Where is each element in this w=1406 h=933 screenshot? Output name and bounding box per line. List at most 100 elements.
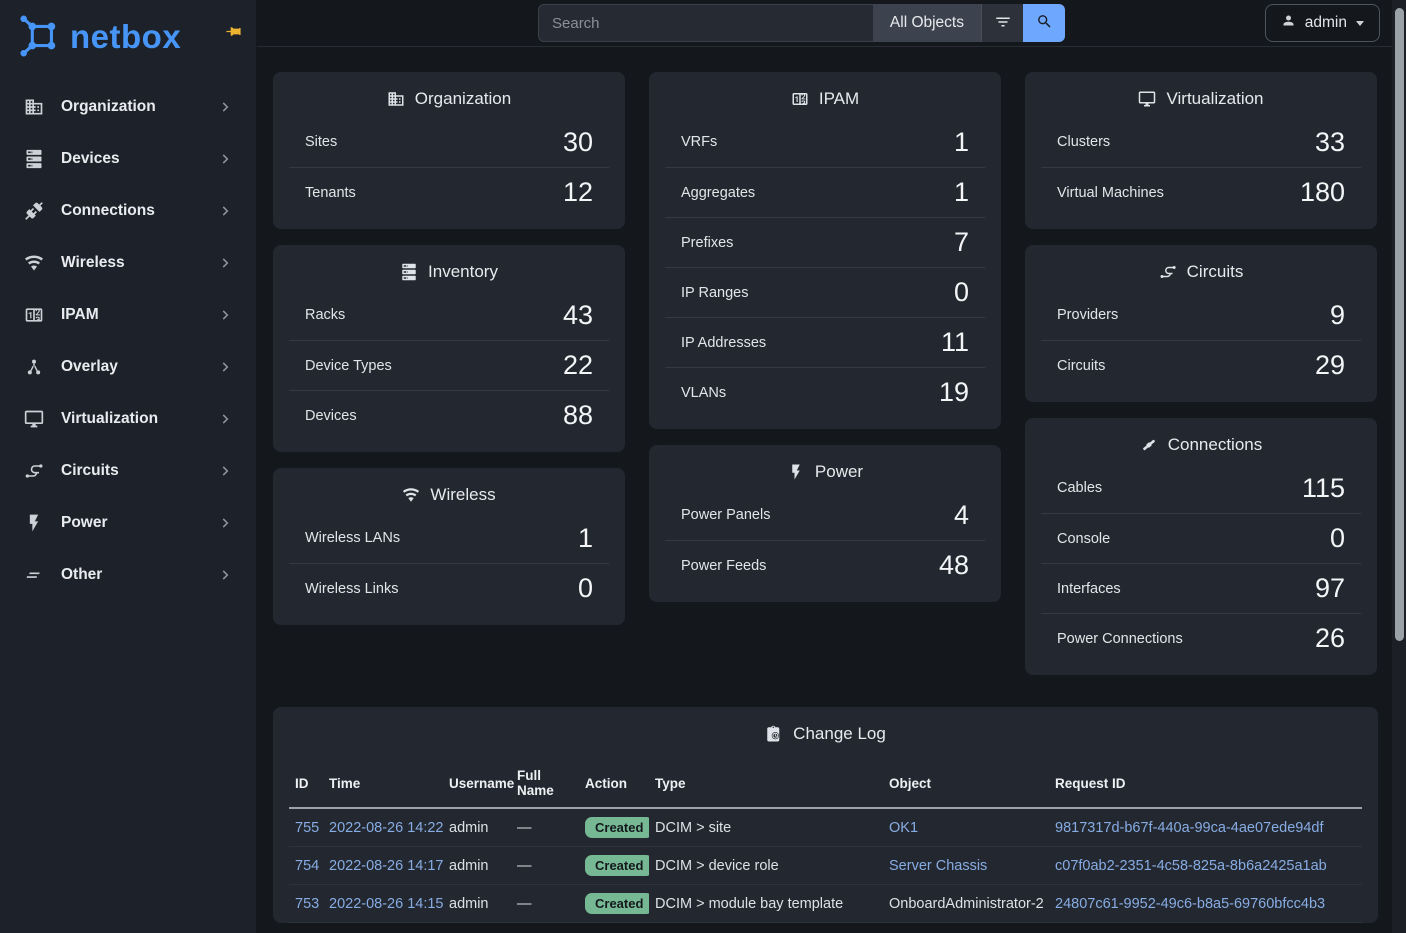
stat-value-link[interactable]: 1 [578,525,593,552]
stat-label: Providers [1057,307,1118,323]
sidebar-item-label: Other [61,566,218,584]
stat-label: Aggregates [681,185,755,201]
stat-value-link[interactable]: 43 [563,302,593,329]
counter-icon [791,90,809,108]
stat-value-link[interactable]: 180 [1300,179,1345,206]
sidebar-item-ipam[interactable]: IPAM [0,289,256,341]
stat-value-link[interactable]: 29 [1315,352,1345,379]
sidebar-item-label: Wireless [61,254,218,272]
stat-row: VLANs 19 [665,367,985,417]
object-link[interactable]: OK1 [889,820,918,836]
scrollbar-thumb[interactable] [1395,8,1404,641]
stat-value-link[interactable]: 88 [563,402,593,429]
stat-value-link[interactable]: 7 [954,229,969,256]
stat-value-link[interactable]: 1 [954,179,969,206]
stat-value-link[interactable]: 0 [1330,525,1345,552]
changelog-card: Change Log ID Time Username Full Name Ac… [273,707,1378,923]
lines-icon [24,565,44,585]
stat-value-link[interactable]: 97 [1315,575,1345,602]
stat-label: Wireless Links [305,581,398,597]
stat-value-link[interactable]: 1 [954,129,969,156]
stat-value-link[interactable]: 9 [1330,302,1345,329]
topbar: All Objects admin [257,0,1392,47]
request-id-link[interactable]: 9817317d-b67f-440a-99ca-4ae07ede94df [1055,820,1323,836]
stat-label: Tenants [305,185,356,201]
server-icon [400,263,418,281]
stat-value-link[interactable]: 22 [563,352,593,379]
stat-value-link[interactable]: 30 [563,129,593,156]
circuit-icon [1159,263,1177,281]
request-id-link[interactable]: 24807c61-9952-49c6-b8a5-69760bfcc4b3 [1055,896,1325,912]
virtualization-card: Virtualization Clusters 33 Virtual Machi… [1025,72,1377,229]
user-label: admin [1305,14,1347,32]
change-id-link[interactable]: 755 [295,820,319,836]
netbox-logo[interactable]: netbox [16,14,181,58]
stat-row: IP Addresses 11 [665,317,985,367]
sidebar-item-power[interactable]: Power [0,497,256,549]
sidebar-item-circuits[interactable]: Circuits [0,445,256,497]
stat-value-link[interactable]: 0 [578,575,593,602]
stat-value-link[interactable]: 115 [1302,475,1345,502]
stat-row: Sites 30 [289,117,609,167]
sidebar-item-virtualization[interactable]: Virtualization [0,393,256,445]
search-button[interactable] [1023,4,1065,42]
change-time-link[interactable]: 2022-08-26 14:15 [329,896,443,912]
card-title-text: Power [815,462,863,482]
stat-value-link[interactable]: 4 [954,502,969,529]
card-title-text: Connections [1168,435,1263,455]
inventory-card: Inventory Racks 43 Device Types 22 Devic… [273,245,625,452]
scrollbar-track[interactable] [1392,0,1406,933]
chevron-right-icon [218,464,232,478]
user-menu-button[interactable]: admin [1265,4,1380,42]
table-row: 754 2022-08-26 14:17 admin — Created DCI… [289,847,1362,885]
stat-row: Devices 88 [289,390,609,440]
object-type-dropdown[interactable]: All Objects [873,4,981,42]
sidebar-item-overlay[interactable]: Overlay [0,341,256,393]
sidebar-item-label: IPAM [61,306,218,324]
sidebar-item-label: Overlay [61,358,218,376]
filter-button[interactable] [981,4,1023,42]
stat-row: Virtual Machines 180 [1041,167,1361,217]
change-time-link[interactable]: 2022-08-26 14:22 [329,820,443,836]
building-icon [387,90,405,108]
stat-row: Cables 115 [1041,463,1361,513]
stat-value-link[interactable]: 19 [939,379,969,406]
server-icon [24,149,44,169]
object-link[interactable]: Server Chassis [889,858,987,874]
stat-label: Power Connections [1057,631,1183,647]
change-time-link[interactable]: 2022-08-26 14:17 [329,858,443,874]
stat-row: Clusters 33 [1041,117,1361,167]
stat-value-link[interactable]: 12 [563,179,593,206]
stat-label: Cables [1057,480,1102,496]
search-icon [1036,13,1053,33]
sidebar-item-connections[interactable]: Connections [0,185,256,237]
stat-value-link[interactable]: 0 [954,279,969,306]
col-header-type: Type [649,758,883,808]
stat-value-link[interactable]: 26 [1315,625,1345,652]
stat-label: Sites [305,134,337,150]
sidebar-item-organization[interactable]: Organization [0,81,256,133]
clipboard-clock-icon [765,725,783,743]
pin-sidebar-icon[interactable] [225,23,242,45]
sidebar: netbox Organization Devices Connections … [0,0,256,933]
sidebar-item-wireless[interactable]: Wireless [0,237,256,289]
action-badge: Created [585,893,649,914]
stat-value-link[interactable]: 48 [939,552,969,579]
main-content: Organization Sites 30 Tenants 12 Invento… [273,72,1378,933]
change-id-link[interactable]: 753 [295,896,319,912]
search-input[interactable] [538,4,873,42]
wireless-card-title: Wireless [273,481,625,513]
stat-row: VRFs 1 [665,117,985,167]
request-id-link[interactable]: c07f0ab2-2351-4c58-825a-8b6a2425a1ab [1055,858,1327,874]
sidebar-item-label: Organization [61,98,218,116]
ipam-card-title: IPAM [649,85,1001,117]
sidebar-item-other[interactable]: Other [0,549,256,601]
fullname-cell: — [511,808,579,847]
stat-row: Power Feeds 48 [665,540,985,590]
stat-value-link[interactable]: 11 [941,329,969,356]
sidebar-item-devices[interactable]: Devices [0,133,256,185]
stat-row: Power Panels 4 [665,490,985,540]
stat-value-link[interactable]: 33 [1315,129,1345,156]
username-cell: admin [443,885,511,923]
change-id-link[interactable]: 754 [295,858,319,874]
